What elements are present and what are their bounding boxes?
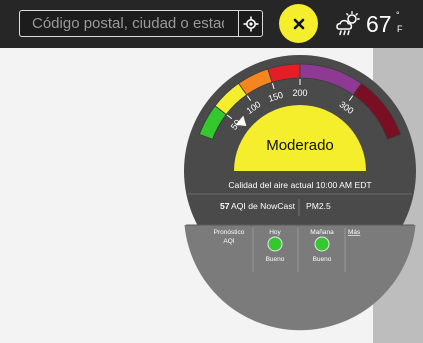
current-pollutant: PM2.5 (306, 201, 331, 211)
forecast-label-line2: AQI (223, 238, 234, 245)
current-aqi-label: AQI de NowCast (231, 201, 296, 211)
forecast-label-line1: Pronóstico (214, 229, 245, 236)
aqi-tick-label-3: 200 (292, 88, 307, 98)
forecast-status-tomorrow: Bueno (313, 256, 332, 263)
forecast-tomorrow-dot (314, 236, 330, 252)
forecast-day-tomorrow: Mañana (310, 229, 334, 236)
forecast-today-dot (267, 236, 283, 252)
aqi-category-label: Moderado (266, 137, 334, 154)
dial-lower-panel (184, 225, 416, 331)
current-aqi-heading: Calidad del aire actual 10:00 AM EDT (228, 180, 372, 190)
forecast-day-today: Hoy (269, 229, 281, 236)
aqi-widget: 50100150200300 Moderado Calidad del aire… (184, 55, 416, 331)
current-aqi-number: 57 (220, 201, 230, 211)
forecast-more-link[interactable]: Más (348, 229, 361, 236)
forecast-status-today: Bueno (266, 256, 285, 263)
